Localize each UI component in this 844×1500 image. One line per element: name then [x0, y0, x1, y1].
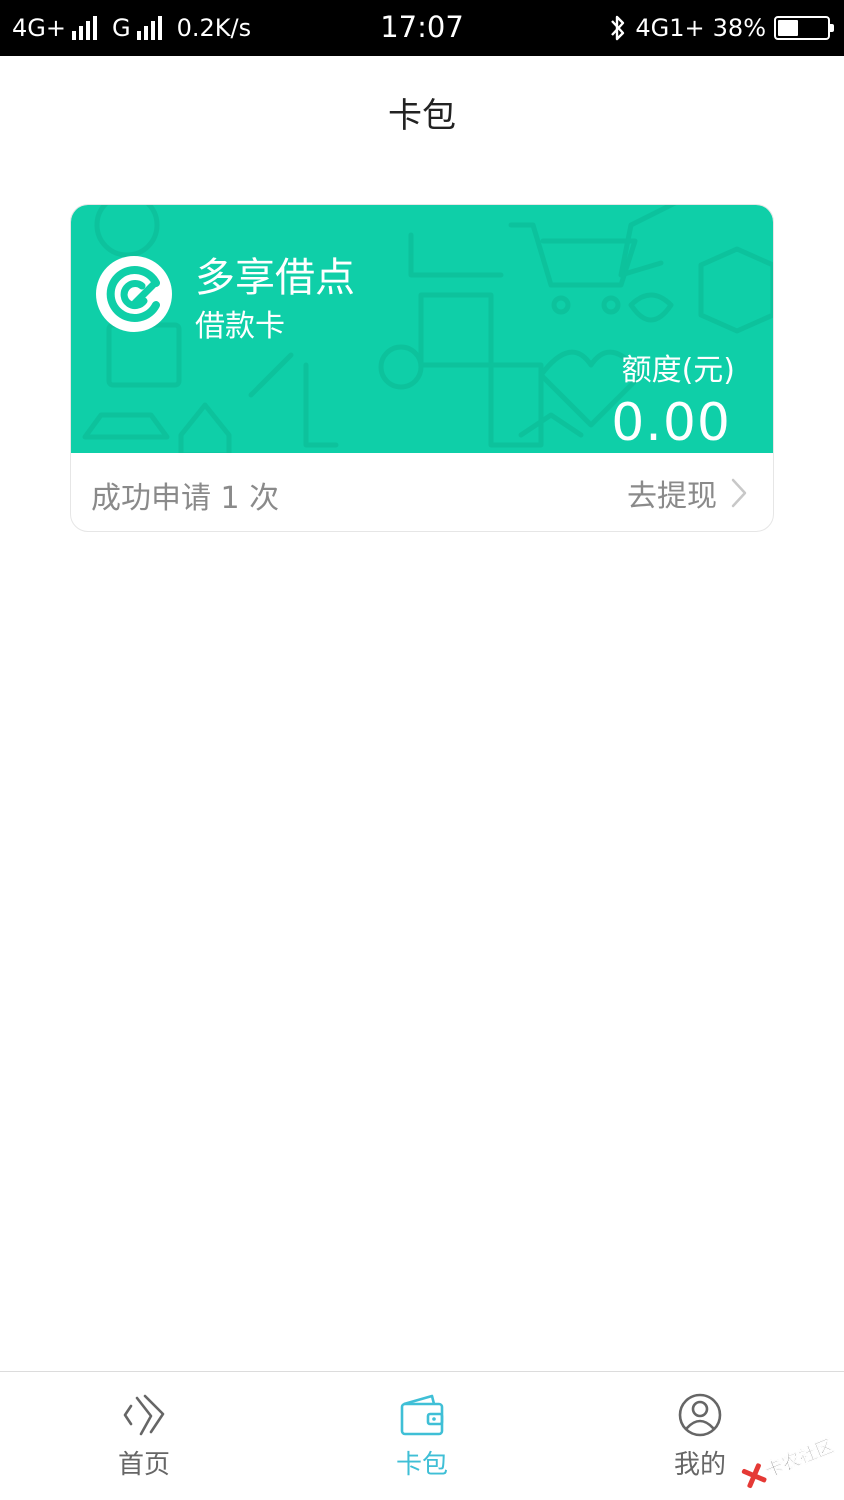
home-icon	[84, 1390, 204, 1440]
lender-logo-icon	[96, 256, 172, 332]
tab-wallet-label: 卡包	[395, 1450, 448, 1480]
bluetooth-icon	[609, 13, 627, 43]
card-type: 借款卡	[195, 309, 285, 344]
card-footer: 成功申请 1 次 去提现	[71, 453, 773, 531]
user-icon	[640, 1390, 760, 1440]
card-name: 多享借点	[195, 255, 355, 301]
chevron-right-icon	[731, 478, 747, 508]
network-type-right: 4G1+	[635, 14, 705, 42]
page-title: 卡包	[388, 96, 456, 136]
battery-percent: 38%	[712, 14, 766, 42]
quota-label: 额度(元)	[621, 353, 735, 388]
applied-count-text: 成功申请 1 次	[91, 481, 280, 516]
status-right: 4G1+ 38%	[601, 12, 834, 44]
tab-home-label: 首页	[117, 1450, 170, 1480]
bottom-tab-bar: 首页 卡包 我的	[0, 1371, 844, 1500]
tab-wallet[interactable]: 卡包	[362, 1390, 482, 1481]
status-bar: 4G+ G 0.2K/s 17:07 4G1+ 38%	[0, 0, 844, 56]
wallet-icon	[362, 1390, 482, 1440]
loan-card[interactable]: 多享借点 借款卡 额度(元) 0.00 成功申请 1 次 去提现	[70, 204, 774, 532]
quota-value: 0.00	[611, 393, 731, 453]
tab-home[interactable]: 首页	[84, 1390, 204, 1481]
withdraw-button[interactable]: 去提现	[627, 471, 747, 515]
battery-icon	[774, 16, 834, 40]
withdraw-label: 去提现	[627, 479, 717, 514]
card-face[interactable]: 多享借点 借款卡 额度(元) 0.00	[71, 205, 773, 453]
